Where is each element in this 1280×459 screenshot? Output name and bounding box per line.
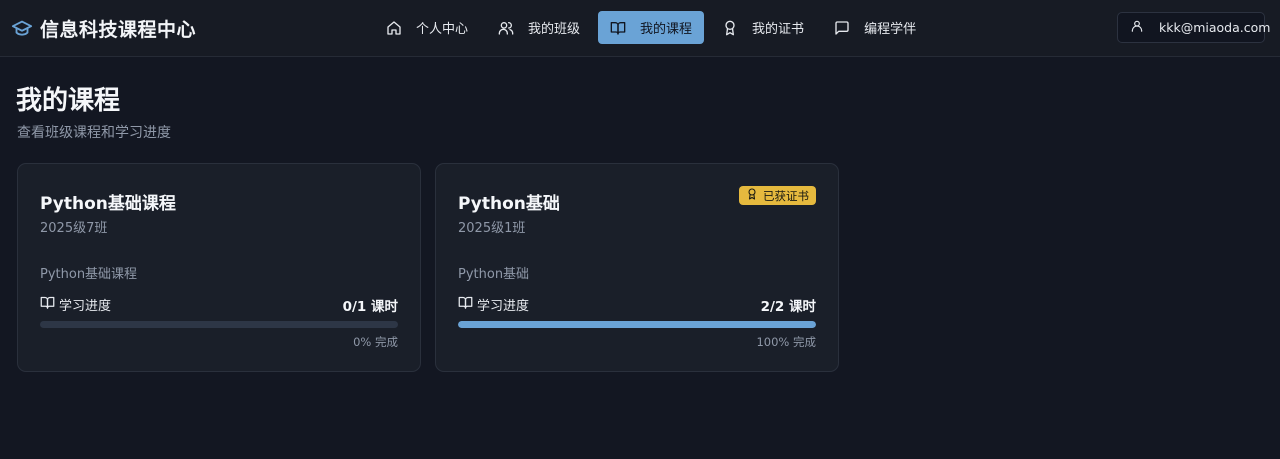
nav-item-classes[interactable]: 我的班级 (486, 11, 592, 44)
graduation-cap-icon (11, 17, 33, 39)
course-card[interactable]: Python基础 已获证书 2025级1班 Python基础 学习进度 2/2 … (435, 163, 839, 372)
progress-label: 学习进度 (40, 295, 111, 314)
progress-count: 0/1 课时 (342, 299, 398, 315)
nav-item-coding-buddy[interactable]: 编程学伴 (822, 11, 928, 44)
progress-label: 学习进度 (458, 295, 529, 314)
nav-item-label: 我的证书 (752, 22, 805, 37)
nav-item-label: 我的班级 (528, 22, 581, 37)
progress-label-text: 学习进度 (477, 299, 530, 314)
book-open-icon (40, 295, 55, 314)
progress-percent: 0% 完成 (353, 335, 398, 349)
progress-bar (40, 321, 398, 328)
book-open-icon (458, 295, 473, 314)
user-icon (1130, 19, 1144, 36)
nav-item-label: 编程学伴 (864, 22, 917, 37)
brand[interactable]: 信息科技课程中心 (11, 13, 196, 43)
main-nav: 个人中心 我的班级 我的课程 我的证书 编程学伴 (374, 11, 934, 44)
course-card[interactable]: Python基础课程 2025级7班 Python基础课程 学习进度 0/1 课… (17, 163, 421, 372)
course-description: Python基础 (458, 267, 530, 282)
user-email: kkk@miaoda.com (1159, 20, 1271, 35)
course-name: Python基础课程 (40, 194, 176, 214)
nav-item-courses[interactable]: 我的课程 (598, 11, 705, 44)
nav-item-label: 个人中心 (416, 22, 469, 37)
progress-percent: 100% 完成 (756, 335, 816, 349)
course-class: 2025级7班 (40, 221, 108, 236)
users-icon (498, 20, 514, 36)
page-subtitle: 查看班级课程和学习进度 (17, 125, 171, 141)
top-navigation-bar: 信息科技课程中心 个人中心 我的班级 我的课程 我的证书 编程学伴 kkk@mi… (0, 0, 1280, 57)
app-title: 信息科技课程中心 (40, 18, 197, 41)
nav-item-certificates[interactable]: 我的证书 (710, 11, 816, 44)
award-icon (746, 188, 758, 203)
book-open-icon (610, 20, 626, 36)
nav-item-profile[interactable]: 个人中心 (374, 11, 480, 44)
user-menu-button[interactable]: kkk@miaoda.com (1117, 12, 1270, 43)
home-icon (386, 20, 402, 36)
nav-item-label: 我的课程 (640, 22, 693, 37)
certificate-badge: 已获证书 (739, 186, 816, 205)
progress-bar-fill (458, 321, 816, 328)
course-description: Python基础课程 (40, 267, 138, 282)
progress-label-text: 学习进度 (59, 299, 112, 314)
certificate-badge-label: 已获证书 (763, 188, 809, 203)
progress-count: 2/2 课时 (760, 299, 816, 315)
message-icon (834, 20, 850, 36)
course-name: Python基础 (458, 194, 560, 214)
progress-bar (458, 321, 816, 328)
course-class: 2025级1班 (458, 221, 526, 236)
page-title: 我的课程 (16, 86, 121, 116)
award-icon (722, 20, 738, 36)
